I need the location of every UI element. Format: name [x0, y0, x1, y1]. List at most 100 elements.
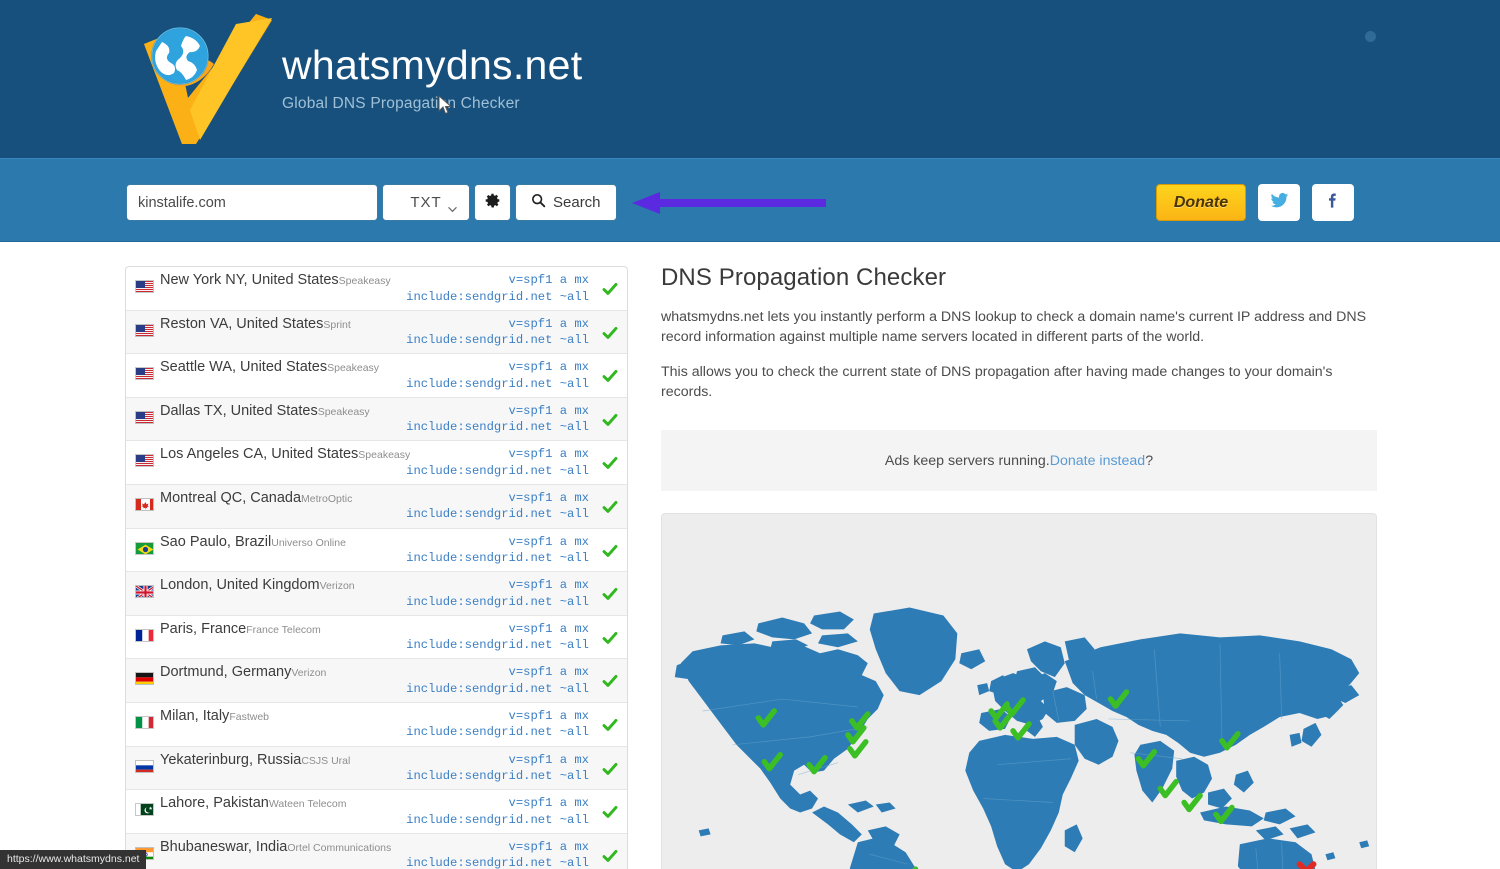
dns-result-row[interactable]: Yekaterinburg, RussiaCSJS Ural v=spf1 a m… [126, 747, 627, 791]
flag-icon-ca [135, 498, 154, 511]
dns-result-row[interactable]: Los Angeles CA, United StatesSpeakeasyv=… [126, 441, 627, 485]
dns-result-row[interactable]: Dortmund, GermanyVerizon v=spf1 a mxinclu… [126, 659, 627, 703]
twitter-share-button[interactable] [1258, 184, 1300, 221]
gear-icon [484, 192, 501, 214]
result-location-block: Reston VA, United StatesSprint [160, 315, 351, 333]
record-line-1: v=spf1 a mx [509, 578, 589, 592]
record-line-2: include:sendgrid.net ~all [406, 595, 589, 609]
donate-button[interactable]: Donate [1156, 184, 1246, 221]
intro-paragraph-2: This allows you to check the current sta… [661, 362, 1377, 402]
search-controls-group: TXT [126, 184, 617, 221]
result-record-value: v=spf1 a mx include:sendgrid.net ~all [406, 577, 589, 610]
facebook-share-button[interactable] [1312, 184, 1354, 221]
dns-result-row[interactable]: Dallas TX, United StatesSpeakeasyv=spf1 … [126, 398, 627, 442]
dns-result-row[interactable]: Milan, ItalyFastwebv=spf1 a mxinclude:se… [126, 703, 627, 747]
record-line-1: v=spf1 a mx [509, 622, 589, 636]
globe-checkmark-logo-icon [126, 6, 276, 151]
result-record-value: v=spf1 a mxinclude:sendgrid.net ~all [406, 664, 589, 697]
result-isp-name: Ortel Communications [287, 842, 391, 854]
result-record-value: v=spf1 a mxinclude:sendgrid.net ~all [406, 403, 589, 436]
result-record-value: v=spf1 a mxinclude:sendgrid.net ~all [406, 359, 589, 392]
green-check-icon [602, 455, 618, 471]
info-column: DNS Propagation Checker whatsmydns.net l… [661, 264, 1377, 869]
world-map-panel[interactable] [661, 513, 1377, 869]
result-isp-name: Speakeasy [358, 449, 410, 461]
result-isp-name: CSJS Ural [301, 755, 350, 767]
result-location-block: Los Angeles CA, United StatesSpeakeasy [160, 445, 410, 463]
intro-paragraph-1: whatsmydns.net lets you instantly perfor… [661, 307, 1377, 347]
map-landmasses [675, 608, 1369, 869]
record-line-2: include:sendgrid.net ~all [406, 333, 589, 347]
result-isp-name: Speakeasy [327, 362, 379, 374]
result-isp-name: Sprint [323, 319, 350, 331]
header-actions-group: Donate [1156, 184, 1354, 221]
ad-text-after: ? [1145, 453, 1153, 469]
green-check-icon [602, 761, 618, 777]
record-line-2: include:sendgrid.net ~all [406, 638, 589, 652]
result-record-value: v=spf1 a mxinclude:sendgrid.net ~all [406, 446, 589, 479]
green-check-icon [602, 586, 618, 602]
result-isp-name: Verizon [291, 667, 326, 679]
result-location-block: Yekaterinburg, RussiaCSJS Ural [160, 751, 350, 769]
result-location-name: Yekaterinburg, Russia [160, 752, 301, 768]
dot-indicator-icon [1365, 31, 1376, 42]
settings-gear-button[interactable] [474, 184, 511, 221]
record-line-1: v=spf1 a mx [509, 840, 589, 854]
page-title: DNS Propagation Checker [661, 264, 1377, 292]
donate-instead-link[interactable]: Donate instead [1050, 453, 1145, 469]
world-map-svg [662, 514, 1376, 869]
flag-icon-pk [135, 803, 154, 816]
result-location-name: Dortmund, Germany [160, 664, 291, 680]
brand-text: whatsmydns.net Global DNS Propagation Ch… [282, 45, 582, 113]
brand-name: whatsmydns.net [282, 45, 582, 86]
result-isp-name: Verizon [320, 580, 355, 592]
result-location-block: Lahore, PakistanWateen Telecom [160, 794, 346, 812]
record-line-1: v=spf1 a mx [509, 709, 589, 723]
record-line-1: v=spf1 a mx [509, 273, 589, 287]
result-record-value: v=spf1 a mxinclude:sendgrid.net ~all [406, 839, 589, 869]
record-line-2: include:sendgrid.net ~all [406, 551, 589, 565]
dns-result-row[interactable]: Lahore, PakistanWateen Telecom v=spf1 a m… [126, 790, 627, 834]
dns-result-row[interactable]: Reston VA, United StatesSprint v=spf1 a m… [126, 311, 627, 355]
dns-result-row[interactable]: London, United KingdomVerizon v=spf1 a mx… [126, 572, 627, 616]
site-logo[interactable]: whatsmydns.net Global DNS Propagation Ch… [126, 6, 582, 151]
domain-search-input[interactable] [126, 184, 378, 221]
green-check-icon [602, 281, 618, 297]
result-record-value: v=spf1 a mx include:sendgrid.net ~all [406, 316, 589, 349]
record-line-1: v=spf1 a mx [509, 317, 589, 331]
browser-page: whatsmydns.net Global DNS Propagation Ch… [0, 0, 1500, 869]
result-location-block: Milan, ItalyFastweb [160, 707, 269, 725]
record-line-2: include:sendgrid.net ~all [406, 682, 589, 696]
flag-icon-us [135, 280, 154, 293]
dns-result-row[interactable]: Seattle WA, United StatesSpeakeasyv=spf1… [126, 354, 627, 398]
dns-result-row[interactable]: Sao Paulo, BrazilUniverso Onlinev=spf1 a… [126, 529, 627, 573]
record-line-1: v=spf1 a mx [509, 796, 589, 810]
dns-result-row[interactable]: Bhubaneswar, IndiaOrtel Communications v=… [126, 834, 627, 869]
dns-result-row[interactable]: New York NY, United StatesSpeakeasyv=spf… [126, 267, 627, 311]
record-line-2: include:sendgrid.net ~all [406, 507, 589, 521]
record-type-value: TXT [410, 194, 441, 211]
dns-result-row[interactable]: Paris, FranceFrance Telecom v=spf1 a mx in… [126, 616, 627, 660]
flag-icon-us [135, 367, 154, 380]
flag-icon-br [135, 542, 154, 555]
dns-results-list: New York NY, United StatesSpeakeasyv=spf… [125, 266, 628, 869]
search-button[interactable]: Search [515, 184, 617, 221]
record-line-1: v=spf1 a mx [509, 360, 589, 374]
result-isp-name: Speakeasy [339, 275, 391, 287]
result-record-value: v=spf1 a mx include:sendgrid.net ~all [406, 621, 589, 654]
green-check-icon [602, 717, 618, 733]
record-line-1: v=spf1 a mx [509, 753, 589, 767]
green-check-icon [602, 630, 618, 646]
flag-icon-us [135, 411, 154, 424]
result-record-value: v=spf1 a mxinclude:sendgrid.net ~all [406, 272, 589, 305]
result-location-name: Los Angeles CA, United States [160, 446, 358, 462]
result-location-block: Paris, FranceFrance Telecom [160, 620, 321, 638]
record-line-2: include:sendgrid.net ~all [406, 464, 589, 478]
dns-result-row[interactable]: Montreal QC, CanadaMetroOpticv=spf1 a mx… [126, 485, 627, 529]
twitter-icon [1270, 191, 1289, 215]
result-location-name: Bhubaneswar, India [160, 839, 287, 855]
record-type-select[interactable]: TXT [382, 184, 470, 221]
green-check-icon [602, 543, 618, 559]
result-location-name: London, United Kingdom [160, 577, 320, 593]
green-check-icon [602, 368, 618, 384]
